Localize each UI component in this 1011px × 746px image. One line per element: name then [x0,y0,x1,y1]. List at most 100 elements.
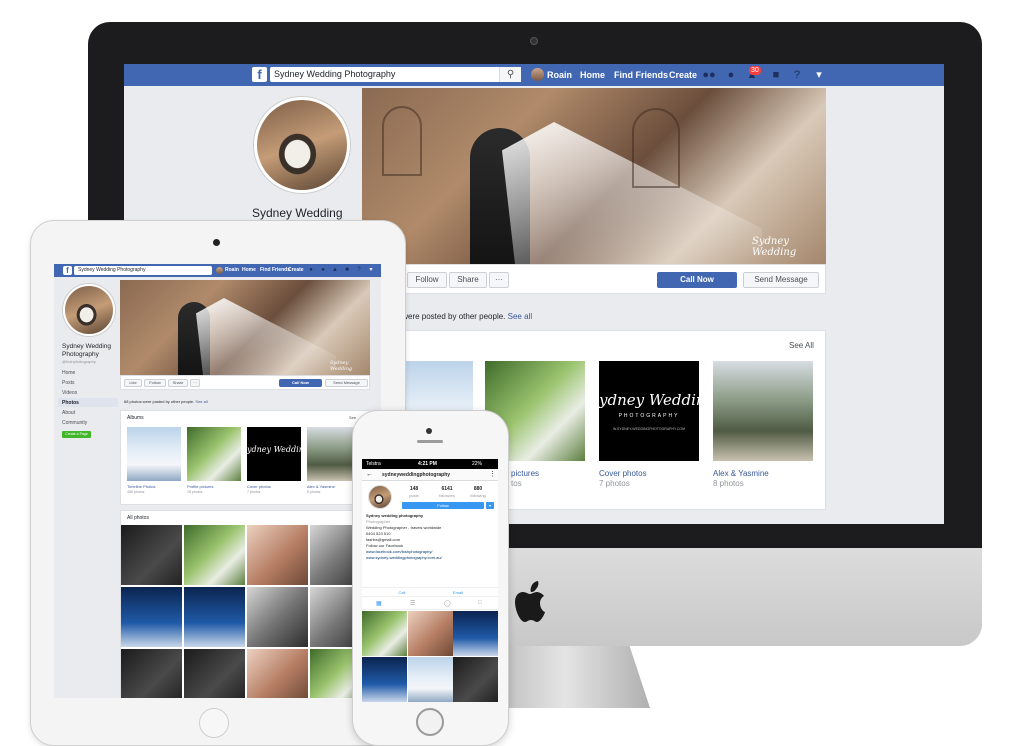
friend-requests-icon[interactable]: ●● [702,68,716,82]
create-page-button[interactable]: Create a Page [62,431,91,438]
share-button[interactable]: Share [168,379,188,387]
back-arrow-icon[interactable]: ← [366,469,373,481]
call-button[interactable]: Call [382,589,422,597]
photo-thumb[interactable] [184,587,245,647]
nav-home[interactable]: Home [580,64,605,86]
user-avatar[interactable] [216,267,223,274]
grid-photo[interactable] [362,611,407,656]
grid-photo[interactable] [407,656,453,702]
call-now-button[interactable]: Call Now [279,379,322,387]
email-button[interactable]: Email [438,589,478,597]
quick-help-icon[interactable]: ■ [769,68,783,82]
page-profile-picture[interactable] [254,97,350,193]
more-button[interactable]: ··· [190,379,200,387]
dropdown-arrow-icon[interactable]: ▾ [486,502,494,509]
album-name[interactable]: pictures [511,469,539,478]
quick-help-icon[interactable]: ■ [342,265,352,275]
album-thumb-timeline[interactable] [127,427,181,481]
nav-find-friends[interactable]: Find Friends [260,264,290,277]
photo-thumb[interactable] [247,525,308,585]
bio-link[interactable]: www.sydney-weddingphotography.com.au/ [366,555,442,560]
profile-avatar[interactable] [368,485,392,509]
stat-following-value[interactable]: 880 [466,486,490,492]
nav-user-name[interactable]: Roain [225,264,239,277]
albums-see-all-link[interactable]: See [349,415,356,420]
album-name[interactable]: Cover photos [247,484,271,489]
see-all-link[interactable]: See all [195,399,207,404]
bio-line: fashbs@gmail.com [366,537,401,542]
chevron-down-icon[interactable]: ▾ [366,265,376,275]
album-thumb-alex-yasmine[interactable] [713,361,813,461]
search-icon[interactable]: ⚲ [499,67,521,82]
album-name[interactable]: Cover photos [599,469,647,478]
photo-thumb[interactable] [184,525,245,585]
sidebar-item-community[interactable]: Community [62,420,87,426]
user-avatar[interactable] [531,68,544,81]
help-icon[interactable]: ? [354,265,364,275]
page-profile-picture[interactable] [63,284,115,336]
iphone-home-button[interactable] [416,708,444,736]
sidebar-item-posts[interactable]: Posts [62,380,75,386]
follow-button[interactable]: Follow [402,502,484,509]
help-icon[interactable]: ? [790,68,804,82]
photo-thumb[interactable] [121,649,182,698]
album-name[interactable]: Alex & Yasmine [713,469,769,478]
saved-icon[interactable]: □ [478,600,482,606]
page-action-bar: Like Follow Share ··· Call Now Send Mess… [120,375,370,390]
more-button[interactable]: ··· [489,272,509,288]
photo-thumb[interactable] [247,649,308,698]
photo-thumb[interactable] [121,525,182,585]
photo-thumb[interactable] [184,649,245,698]
follow-button[interactable]: Follow [407,272,447,288]
cover-photo[interactable]: Sydney Wedding [120,280,370,375]
sidebar-item-about[interactable]: About [62,410,75,416]
share-button[interactable]: Share [449,272,487,288]
nav-create[interactable]: Create [288,264,304,277]
album-name[interactable]: Timeline Photos [127,484,156,489]
notifications-icon[interactable]: ▲ [330,265,340,275]
friend-requests-icon[interactable]: ● [306,265,316,275]
album-thumb-cover[interactable]: ydney Weddin [247,427,301,481]
messenger-icon[interactable]: ● [318,265,328,275]
page-title-line1: Sydney Wedding [62,343,112,350]
follow-button[interactable]: Follow [144,379,166,387]
grid-photo[interactable] [407,611,453,656]
album-thumb-cover[interactable]: ydney Weddin PHOTOGRAPHY W.SYDNEY-WEDDIN… [599,361,699,461]
call-now-button[interactable]: Call Now [657,272,737,288]
list-view-icon[interactable]: ☰ [410,600,415,607]
send-message-button[interactable]: Send Message [325,379,368,387]
sidebar-item-videos[interactable]: Videos [62,390,77,396]
like-button[interactable]: Like [124,379,142,387]
ipad-camera [213,239,220,246]
send-message-button[interactable]: Send Message [743,272,819,288]
photo-thumb[interactable] [247,587,308,647]
facebook-logo-icon[interactable]: f [252,67,267,82]
ipad-home-button[interactable] [199,708,229,738]
sidebar-item-home[interactable]: Home [62,370,75,376]
grid-photo[interactable] [453,611,498,656]
see-all-link[interactable]: See all [508,312,532,321]
grid-view-icon[interactable]: ▦ [376,600,382,607]
sidebar-item-photos[interactable]: Photos [62,400,79,406]
more-options-icon[interactable]: ⋮ [489,469,496,481]
cover-photo[interactable]: Sydney Wedding [362,88,826,264]
tagged-icon[interactable]: ◯ [444,600,451,607]
nav-user-name[interactable]: Roain [547,64,572,86]
album-thumb-profile[interactable] [187,427,241,481]
chevron-down-icon[interactable]: ▾ [812,68,826,82]
grid-photo[interactable] [362,656,407,702]
album-name[interactable]: Alex & Yasmine [307,484,335,489]
facebook-search-input[interactable]: Sydney Wedding Photography [270,67,520,82]
grid-photo[interactable] [453,656,498,702]
stat-followers-value[interactable]: 6141 [435,486,459,492]
messenger-icon[interactable]: ● [724,68,738,82]
nav-home[interactable]: Home [242,264,256,277]
photo-thumb[interactable] [121,587,182,647]
facebook-search-input[interactable]: Sydney Wedding Photography [74,266,212,275]
albums-see-all-link[interactable]: See All [789,341,814,350]
nav-create[interactable]: Create [669,64,697,86]
album-name[interactable]: Profile pictures [187,484,213,489]
facebook-logo-icon[interactable]: f [63,266,72,275]
nav-find-friends[interactable]: Find Friends [614,64,668,86]
bio-link[interactable]: www.facebook.com/foshphotography/ [366,549,432,554]
